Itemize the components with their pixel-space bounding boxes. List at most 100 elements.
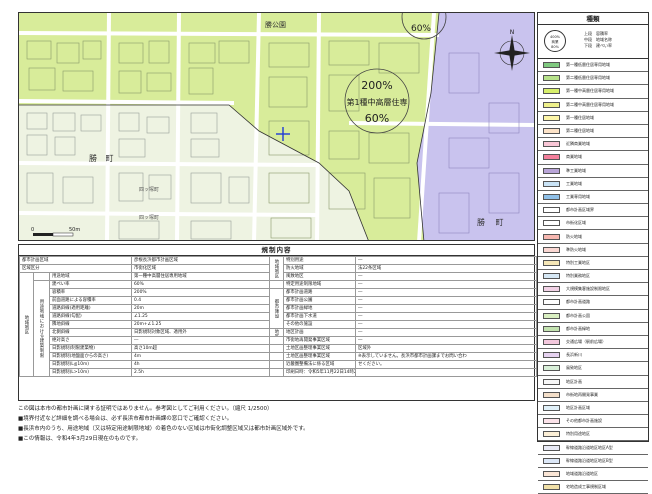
legend-item: 第二種住居地域	[538, 125, 648, 139]
regulation-value: 4m	[131, 352, 270, 361]
legend-label: 工業専用地域	[566, 193, 590, 199]
regulation-label: 区域区分	[19, 264, 132, 273]
regulation-value: ―	[131, 336, 270, 345]
map-legend: 種類 400% 商業 80% 上段 容積率 中段 地域名称 下段 建ぺい率 第一…	[537, 12, 649, 494]
group-spacer	[269, 336, 284, 345]
legend-swatch	[543, 444, 560, 451]
regulation-value: ―	[355, 328, 537, 337]
legend-items: 第一種低層住居専用地域 第二種低層住居専用地域 第一種中高層住居専用地域 第二種中高層…	[538, 59, 648, 494]
legend-label: 幹線道路沿道地区地区B型	[566, 457, 613, 463]
regulation-value: 日影規制対象区域、適用外	[131, 328, 270, 337]
regulation-value: 高さ10m超	[131, 344, 270, 353]
group-spacer	[269, 344, 284, 353]
regulation-value: せください。	[355, 360, 537, 369]
legend-swatch	[543, 246, 560, 253]
legend-swatch	[543, 339, 560, 346]
legend-swatch	[543, 193, 560, 200]
legend-swatch	[543, 114, 560, 121]
legend-label: 第二種中高層住居専用地域	[566, 101, 614, 107]
legend-swatch	[543, 75, 560, 82]
regulation-row: 絶対高さ ― 市街地再開発事業区域 ―	[20, 336, 537, 345]
regulation-label: 日影規制(L>10m)	[49, 368, 132, 377]
regulation-label: 容積率	[49, 288, 132, 297]
legend-item: 工業専用地域	[538, 191, 648, 205]
regulation-value: 60%	[131, 280, 270, 289]
regulation-label: 防火地域	[283, 264, 356, 273]
svg-text:0: 0	[31, 227, 34, 233]
place-label: 勝公園	[265, 20, 286, 29]
legend-item: 第一種住居地域	[538, 112, 648, 125]
legend-label: 第二種低層住居専用地域	[566, 75, 610, 81]
regulation-label: 道路斜線(勾配)	[49, 312, 132, 321]
regulation-value	[355, 368, 537, 377]
north-label: N	[510, 29, 515, 36]
legend-label: 市街地再開発事業	[566, 391, 598, 397]
legend-swatch	[543, 325, 560, 332]
regulation-value: ―	[355, 304, 537, 313]
legend-item: 宅地造成工事規制区域	[538, 481, 648, 494]
regulation-value: ―	[355, 336, 537, 345]
group-label: 地域地区	[269, 256, 284, 281]
zoning-map[interactable]: 勝公園 勝 町 四ッ塚町 四ッ塚町 勝 町 200% 第1種中高層住専 60% …	[18, 12, 535, 241]
legend-item: 防火地域	[538, 230, 648, 244]
legend-swatch	[543, 404, 560, 411]
legend-swatch	[543, 299, 560, 306]
legend-item: 近隣商業地域	[538, 138, 648, 152]
regulation-label: 絶対高さ	[49, 336, 132, 345]
legend-label: 第一種住居地域	[566, 114, 594, 120]
legend-label: 都市計画区域界	[566, 207, 594, 213]
legend-label: 地区計画	[566, 378, 582, 384]
regulation-label: 隣地斜線	[49, 320, 132, 329]
legend-item: その他都市計画施設	[538, 415, 648, 429]
regulation-label: 用途地域	[49, 272, 132, 281]
group-spacer	[269, 360, 284, 369]
legend-item: 都市計画緑地	[538, 323, 648, 336]
regulation-label: 建ぺい率	[49, 280, 132, 289]
legend-label: 準工業地域	[566, 167, 586, 173]
legend-swatch	[543, 286, 560, 293]
regulations-title: 規制内容	[19, 245, 534, 256]
legend-swatch	[543, 418, 560, 425]
note-line: この図は本市の都市計画に関する証明ではありません。参考図としてご利用ください。（…	[18, 406, 273, 412]
legend-item: 都市計画道路	[538, 296, 648, 310]
regulation-label: 地区計画	[283, 328, 356, 337]
legend-item: 第一種中高層住居専用地域	[538, 85, 648, 99]
regulation-value: ―	[355, 280, 537, 289]
legend-item: 都市計画公園	[538, 310, 648, 323]
regulation-value: 2.5h	[131, 368, 270, 377]
legend-label: 長浜新川	[566, 352, 582, 358]
legend-swatch	[543, 88, 560, 95]
regulation-label: 日影規制(制限建築物)	[49, 344, 132, 353]
legend-item: 特別用途地区	[538, 428, 648, 442]
legend-swatch	[543, 273, 560, 280]
legend-label: 準防火地域	[566, 246, 586, 252]
legend-swatch	[543, 312, 560, 319]
legend-label: 特別用途地区	[566, 431, 590, 437]
group-spacer	[33, 272, 50, 281]
regulation-row: 日影規制(制限建築物) 高さ10m超 土地区画整理事業区域 区域外	[20, 344, 537, 353]
legend-label: 宅地造成工事規制区域	[566, 484, 606, 490]
legend-swatch	[543, 365, 560, 372]
place-label: 四ッ塚町	[139, 214, 159, 221]
legend-label: 第一種中高層住居専用地域	[566, 88, 614, 94]
legend-swatch	[543, 470, 560, 477]
legend-label: 工業地域	[566, 180, 582, 186]
legend-item: 大規模集客施設制限地区	[538, 283, 648, 297]
regulation-label: 土地区画整理事業区域	[283, 352, 356, 361]
footer-notes: この図は本市の都市計画に関する証明ではありません。参考図としてご利用ください。（…	[18, 404, 535, 444]
legend-item: 幹線道路沿道地区地区A型	[538, 441, 648, 455]
legend-item: 風致地区	[538, 362, 648, 376]
legend-swatch	[543, 378, 560, 385]
regulation-value: ―	[355, 296, 537, 305]
legend-item: 商業地域	[538, 151, 648, 165]
regulation-value: 第一種中高層住居専用地域	[131, 272, 270, 281]
legend-label: 商業地域	[566, 154, 582, 160]
legend-title: 種類	[538, 13, 648, 25]
regulation-value: 区域外	[355, 344, 537, 353]
regulation-row: 容積率 200% 都市施設 都市計画道路 ―	[20, 288, 537, 329]
regulation-value: ―	[355, 320, 537, 329]
regulation-value: 4h	[131, 360, 270, 369]
regulation-value: 20m	[131, 304, 270, 313]
legend-swatch	[543, 141, 560, 148]
legend-label: 都市計画道路	[566, 299, 590, 305]
